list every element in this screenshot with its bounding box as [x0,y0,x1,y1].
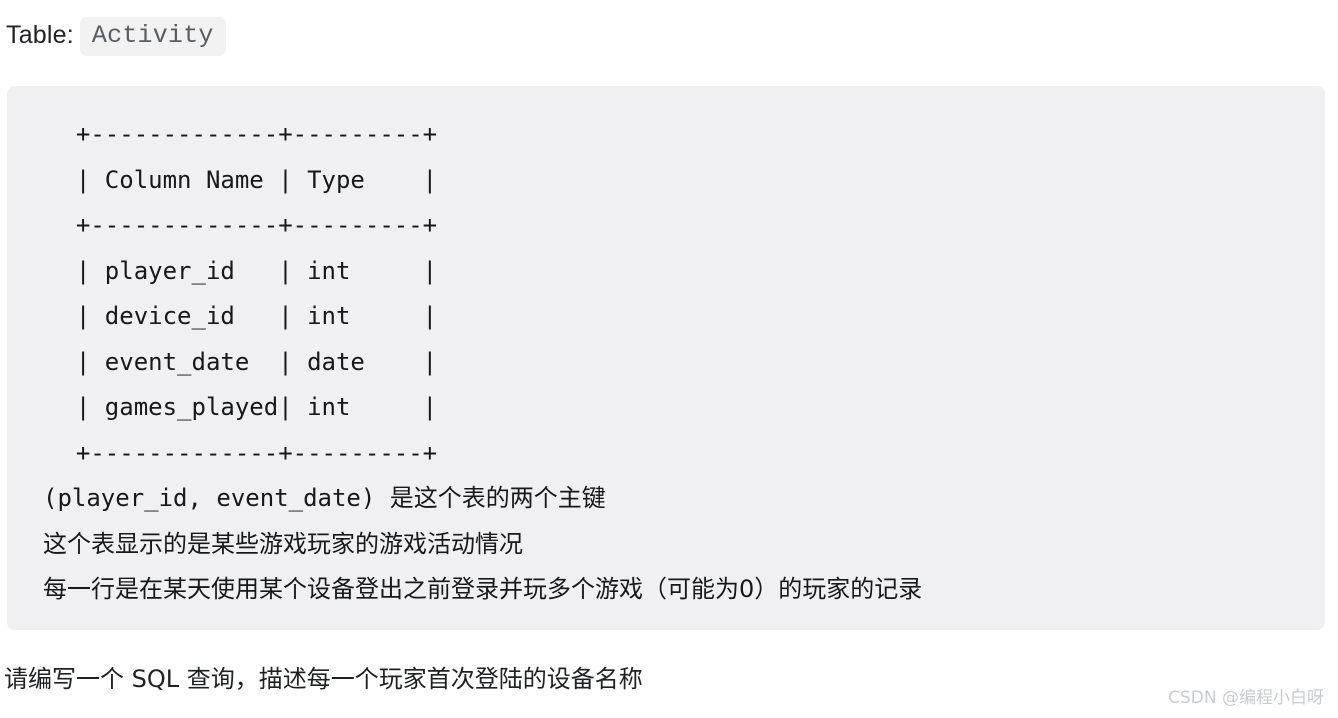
schema-note-description: 这个表显示的是某些游戏玩家的游戏活动情况 [43,529,523,558]
ascii-schema-line-2: +-------------+---------+ [47,211,438,239]
question-prompt: 请编写一个 SQL 查询，描述每一个玩家首次登陆的设备名称 [4,665,643,693]
table-heading: Table: Activity [6,14,226,56]
schema-code-block: +-------------+---------+ | Column Name … [7,86,1325,630]
page-root: Table: Activity +-------------+---------+… [0,0,1338,718]
schema-note-row-meaning: 每一行是在某天使用某个设备登出之前登录并玩多个游戏（可能为0）的玩家的记录 [43,575,923,603]
ascii-schema-line-3: | player_id | int | [47,256,438,285]
ascii-schema-line-6: | games_played| int | [47,393,438,421]
ascii-schema-line-4: | device_id | int | [47,302,438,330]
csdn-watermark: CSDN @编程小白呀 [1168,688,1324,708]
ascii-schema-line-5: | event_date | date | [47,347,438,376]
ascii-schema-line-7: +-------------+---------+ [47,438,438,467]
ascii-schema-line-1: | Column Name | Type | [47,165,438,194]
table-heading-label: Table: [6,21,74,49]
schema-note-primary-key: (player_id, event_date) 是这个表的两个主键 [43,484,606,512]
table-name-code: Activity [79,16,226,56]
ascii-schema-line-0: +-------------+---------+ [47,120,438,148]
